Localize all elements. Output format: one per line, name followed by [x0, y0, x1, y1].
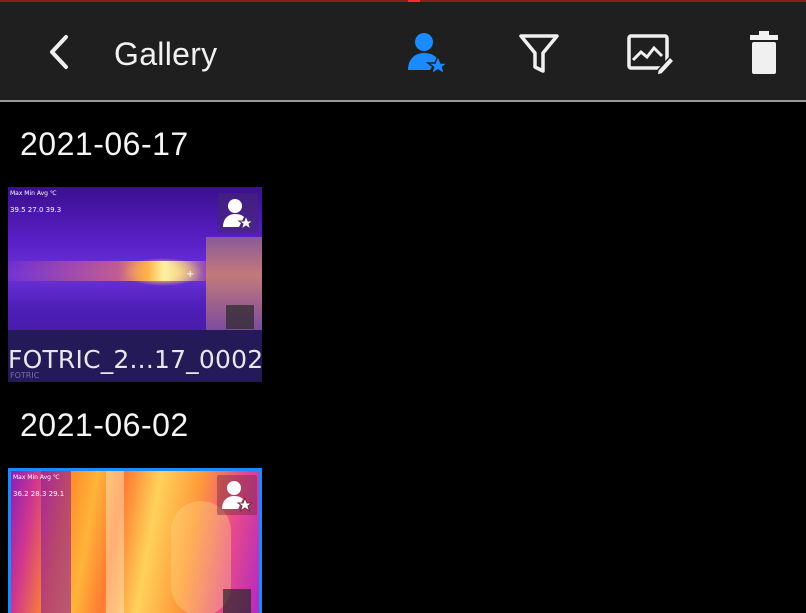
user-star-badge — [218, 193, 258, 233]
user-star-icon — [223, 199, 255, 231]
crosshair-icon: + — [186, 269, 195, 280]
filter-icon — [512, 26, 566, 80]
camera-status-overlay — [226, 305, 254, 329]
image-edit-icon — [624, 26, 678, 80]
delete-button[interactable] — [737, 26, 791, 80]
temperature-readout-values: 39.5 27.0 39.3 — [10, 206, 62, 214]
temperature-readout-labels: Max Min Avg ℃ — [10, 190, 57, 197]
temperature-readout-values: 36.2 28.3 29.1 — [13, 490, 65, 498]
user-star-icon — [222, 481, 254, 513]
camera-status-overlay — [223, 589, 251, 613]
back-button[interactable] — [38, 27, 82, 77]
page-title: Gallery — [114, 36, 218, 72]
user-star-badge — [217, 475, 257, 515]
trash-icon — [737, 26, 791, 80]
user-favorites-button[interactable] — [400, 26, 454, 80]
date-header: 2021-06-02 — [20, 407, 189, 443]
brand-watermark: FOTRIC — [10, 371, 40, 380]
edit-image-button[interactable] — [624, 26, 678, 80]
thumbnail-filename: FOTRIC_2...17_0002 — [8, 345, 264, 374]
date-header: 2021-06-17 — [20, 126, 189, 162]
gallery-thumbnail-selected[interactable]: Max Min Avg ℃ 36.2 28.3 29.1 — [8, 468, 262, 613]
temperature-readout-labels: Max Min Avg ℃ — [13, 474, 60, 481]
user-star-icon — [400, 26, 454, 80]
filter-button[interactable] — [512, 26, 566, 80]
app-bar: Gallery — [0, 2, 806, 102]
chevron-left-icon — [38, 35, 82, 81]
